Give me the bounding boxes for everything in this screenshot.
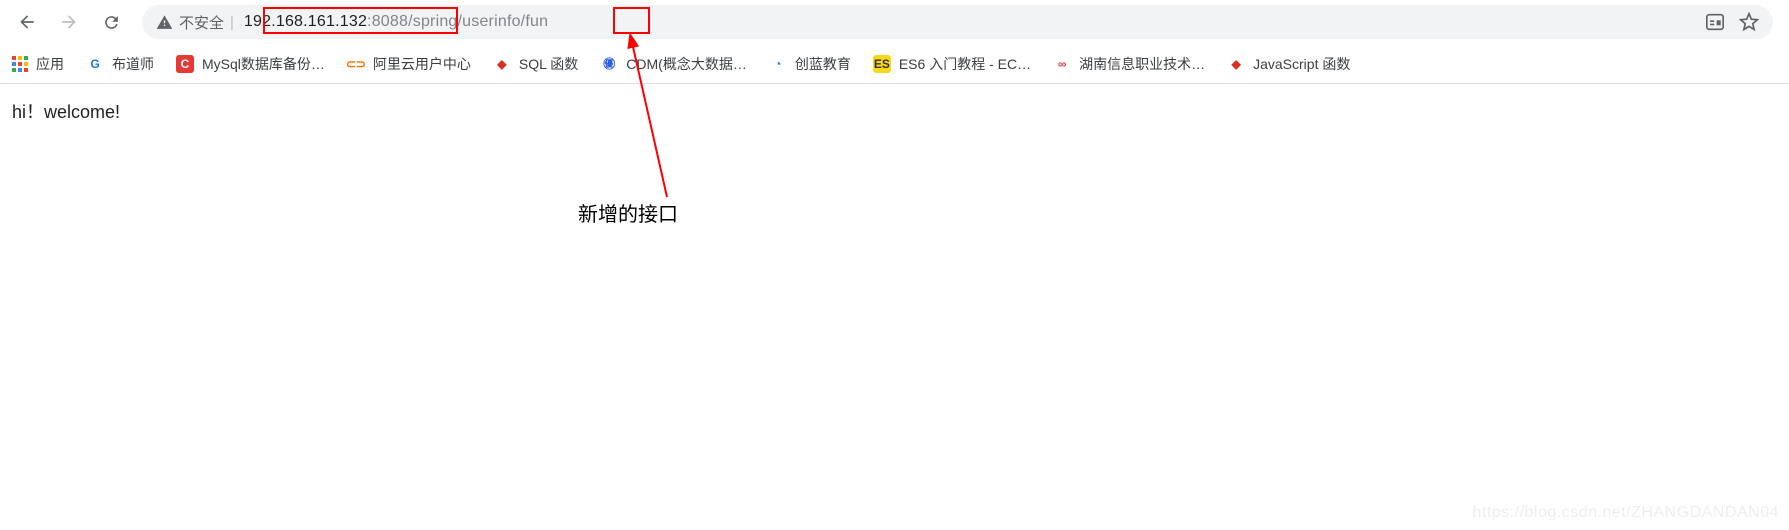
annotation-arrow-icon: [609, 32, 689, 202]
page-text: hi！welcome!: [12, 102, 120, 122]
bookmark-label: SQL 函数: [519, 54, 578, 74]
install-icon[interactable]: [1705, 13, 1725, 31]
insecure-label: 不安全: [179, 12, 224, 33]
favicon-icon: ⊂⊃: [347, 55, 365, 73]
browser-toolbar: 不安全 | 192.168.161.132:8088/spring/userin…: [0, 0, 1789, 44]
bookmark-item[interactable]: ◆ SQL 函数: [493, 54, 578, 74]
warning-icon: [156, 14, 173, 31]
bookmark-item[interactable]: ∞ 湖南信息职业技术…: [1053, 54, 1205, 74]
favicon-icon: ◔: [769, 55, 787, 73]
watermark-text: https://blog.csdn.net/ZHANGDANDAN04: [1472, 504, 1779, 522]
favicon-icon: ◆: [493, 55, 511, 73]
url-path: /spring/userinfo/fun: [408, 13, 548, 30]
url-port: :8088: [367, 13, 408, 30]
bookmark-label: 阿里云用户中心: [373, 54, 471, 74]
apps-grid-icon: [12, 56, 28, 72]
back-button[interactable]: [10, 5, 44, 39]
annotation-label: 新增的接口: [578, 198, 678, 227]
bookmark-label: 湖南信息职业技术…: [1079, 54, 1205, 74]
bookmark-item[interactable]: ◆ JavaScript 函数: [1227, 54, 1350, 74]
bookmark-label: MySql数据库备份…: [202, 54, 325, 74]
favicon-icon: C: [176, 55, 194, 73]
favicon-icon: ◆: [1227, 55, 1245, 73]
site-security-indicator[interactable]: 不安全 |: [156, 12, 234, 33]
bookmark-star-icon[interactable]: [1739, 12, 1759, 32]
bookmark-item[interactable]: ◔ 创蓝教育: [769, 54, 851, 74]
bookmark-item[interactable]: C MySql数据库备份…: [176, 54, 325, 74]
apps-label: 应用: [36, 54, 64, 74]
favicon-icon: ES: [873, 55, 891, 73]
bookmark-label: 创蓝教育: [795, 54, 851, 74]
favicon-icon: ∞: [1053, 55, 1071, 73]
page-body: hi！welcome!: [0, 84, 1789, 138]
bookmark-item[interactable]: ⊂⊃ 阿里云用户中心: [347, 54, 471, 74]
forward-button[interactable]: [52, 5, 86, 39]
arrow-right-icon: [59, 12, 79, 32]
favicon-icon: G: [86, 55, 104, 73]
bookmark-label: ES6 入门教程 - EC…: [899, 54, 1031, 74]
bookmarks-bar: 应用 G 布道师 C MySql数据库备份… ⊂⊃ 阿里云用户中心 ◆ SQL …: [0, 44, 1789, 84]
bookmark-label: 布道师: [112, 54, 154, 74]
divider: |: [230, 14, 234, 31]
url-host: 192.168.161.132: [244, 13, 367, 30]
reload-icon: [102, 13, 121, 32]
url-text: 192.168.161.132:8088/spring/userinfo/fun: [244, 13, 548, 31]
bookmark-item[interactable]: G 布道师: [86, 54, 154, 74]
arrow-left-icon: [17, 12, 37, 32]
bookmark-item[interactable]: ES ES6 入门教程 - EC…: [873, 54, 1031, 74]
omnibox-actions: [1705, 12, 1759, 32]
reload-button[interactable]: [94, 5, 128, 39]
address-bar[interactable]: 不安全 | 192.168.161.132:8088/spring/userin…: [142, 5, 1773, 39]
bookmark-label: JavaScript 函数: [1253, 54, 1350, 74]
apps-shortcut[interactable]: 应用: [12, 54, 64, 74]
